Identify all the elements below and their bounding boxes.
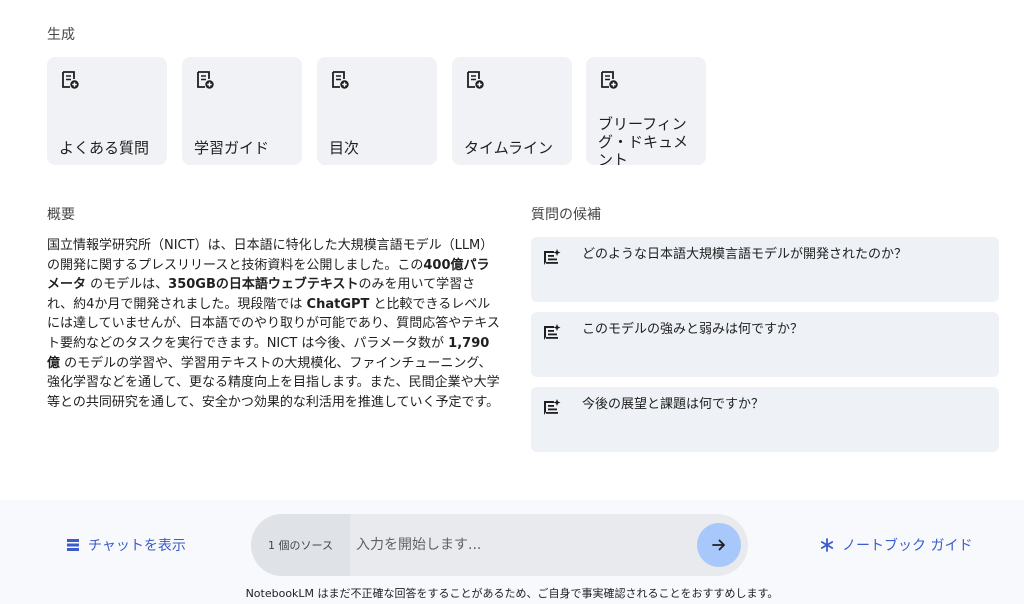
note-add-icon: [197, 71, 214, 89]
chat-input[interactable]: [356, 530, 676, 560]
generate-card-timeline[interactable]: タイムライン: [452, 57, 572, 165]
asterisk-icon: [820, 538, 834, 552]
generate-card-faq[interactable]: よくある質問: [47, 57, 167, 165]
generate-card-label: よくある質問: [59, 139, 150, 157]
chat-input-bar: 1 個のソース: [251, 514, 748, 576]
disclaimer-text: NotebookLM はまだ不正確な回答をすることがあるため、ご自身で事実確認さ…: [245, 587, 779, 600]
generate-card-label: タイムライン: [464, 139, 553, 157]
generate-card-toc[interactable]: 目次: [317, 57, 437, 165]
send-button[interactable]: [697, 523, 741, 567]
summary-heading: 概要: [47, 207, 75, 223]
notebook-guide-label: ノートブック ガイド: [842, 538, 973, 554]
suggested-question[interactable]: このモデルの強みと弱みは何ですか？: [531, 312, 999, 377]
question-sparkle-icon: [544, 324, 561, 340]
suggested-questions-heading: 質問の候補: [531, 207, 601, 223]
note-add-icon: [332, 71, 349, 89]
suggested-question-text: このモデルの強みと弱みは何ですか？: [582, 322, 804, 337]
generate-card-label: ブリーフィング・ドキュメント: [598, 115, 689, 165]
suggested-question-text: 今後の展望と課題は何ですか？: [582, 397, 765, 412]
generate-card-label: 目次: [329, 139, 360, 157]
generate-card-study-guide[interactable]: 学習ガイド: [182, 57, 302, 165]
suggested-question-text: どのような日本語大規模言語モデルが開発されたのか？: [582, 247, 908, 262]
suggested-question[interactable]: 今後の展望と課題は何ですか？: [531, 387, 999, 452]
generate-card-briefing[interactable]: ブリーフィング・ドキュメント: [586, 57, 706, 165]
show-chat-label: チャットを表示: [88, 538, 186, 554]
suggested-question[interactable]: どのような日本語大規模言語モデルが開発されたのか？: [531, 237, 999, 302]
source-count-chip[interactable]: 1 個のソース: [251, 514, 350, 576]
summary-text: 国立情報学研究所（NICT）は、日本語に特化した大規模言語モデル（LLM）の開発…: [47, 238, 500, 410]
chat-list-icon: [67, 539, 79, 551]
show-chat-button[interactable]: チャットを表示: [66, 535, 186, 555]
note-add-icon: [62, 71, 79, 89]
note-add-icon: [601, 71, 618, 89]
notebook-guide-button[interactable]: ノートブック ガイド: [820, 535, 972, 555]
question-sparkle-icon: [544, 249, 561, 265]
arrow-right-icon: [712, 539, 725, 551]
generate-heading: 生成: [47, 27, 75, 43]
generate-card-label: 学習ガイド: [194, 139, 270, 157]
question-sparkle-icon: [544, 399, 561, 415]
note-add-icon: [467, 71, 484, 89]
